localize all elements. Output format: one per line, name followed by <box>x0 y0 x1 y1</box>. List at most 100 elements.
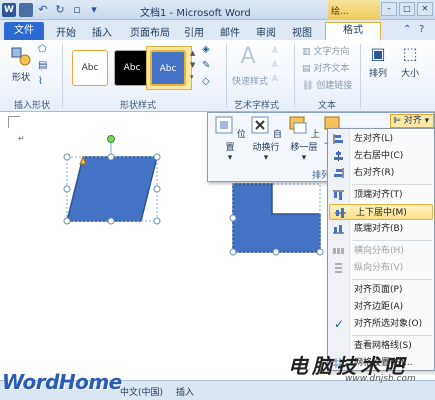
shape-styles-group-label: 形状样式 <box>120 101 157 111</box>
menu-item-align-middle[interactable]: 上下居中(M) <box>329 204 433 220</box>
minimize-button[interactable]: – <box>381 2 397 16</box>
text-box-icon[interactable]: ▤ <box>38 60 52 72</box>
menu-item-distribute-horizontally[interactable]: 横向分布(H) <box>328 243 434 259</box>
menu-separator <box>352 335 432 336</box>
group-separator <box>360 44 361 108</box>
menu-item-distribute-vertically[interactable]: 纵向分布(V) <box>328 260 434 276</box>
group-separator <box>226 44 227 108</box>
menu-item-align-center[interactable]: 左右居中(C) <box>328 148 434 164</box>
drawing-tools-context-tab: 绘... <box>328 0 380 20</box>
position-icon <box>215 116 233 134</box>
align-center-icon <box>334 151 343 161</box>
word-app-icon[interactable]: W <box>2 3 16 17</box>
insert-mode-indicator[interactable]: 插入 <box>176 385 194 398</box>
menu-item-align-right[interactable]: 右对齐(R) <box>328 165 434 181</box>
ribbon-tabs: 文件 开始 插入 页面布局 引用 邮件 审阅 视图 格式 ⌃ ? <box>0 20 435 40</box>
rotate-handle[interactable] <box>107 135 115 143</box>
text-outline-icon: A <box>272 60 278 69</box>
gallery-up-icon[interactable]: ▲ <box>190 48 198 58</box>
tab-format[interactable]: 格式 <box>325 22 381 40</box>
align-middle-icon <box>335 208 346 218</box>
gallery-more-icon[interactable]: ▾ <box>190 72 198 82</box>
quick-styles-label: 快速样式 <box>232 77 269 87</box>
tab-mailings[interactable]: 邮件 <box>220 24 240 39</box>
open-icon[interactable]: ▫ <box>70 3 84 17</box>
site-url-watermark: www.dnjsb.com <box>345 374 416 384</box>
tab-file[interactable]: 文件 <box>4 22 44 40</box>
wordart-styles-group-label: 艺术字样式 <box>234 101 280 111</box>
shapes-icon[interactable] <box>10 46 32 68</box>
menu-item-align-top[interactable]: 顶端对齐(T) <box>328 187 434 203</box>
menu-item-label: 横向分布(H) <box>354 246 404 256</box>
edit-points-icon[interactable]: ⌇ <box>38 76 52 88</box>
menu-item-label: 上下居中(M) <box>356 208 407 218</box>
menu-item-label: 左对齐(L) <box>354 134 394 144</box>
tab-view[interactable]: 视图 <box>292 24 312 39</box>
shape-fill-icon[interactable]: ◈ <box>202 44 218 56</box>
align-left-icon <box>333 134 343 144</box>
restore-button[interactable]: □ <box>399 2 415 16</box>
group-separator <box>294 44 295 108</box>
align-right-icon <box>334 168 344 178</box>
tab-home[interactable]: 开始 <box>56 24 76 39</box>
menu-item-align-left[interactable]: 左对齐(L) <box>328 131 434 147</box>
align-button[interactable]: ⊫ 对齐 ▾ <box>390 114 434 128</box>
group-separator <box>62 44 63 108</box>
help-icon[interactable]: ? <box>419 24 431 36</box>
shape-outline-icon[interactable]: ✎ <box>202 60 218 72</box>
bring-forward-dropdown-icon: ▾ <box>301 153 307 163</box>
document-title: 文档1 - Microsoft Word <box>140 8 251 19</box>
menu-item-label: 右对齐(R) <box>354 168 395 178</box>
language-indicator[interactable]: 中文(中国) <box>120 385 163 398</box>
shape-style-sample-1[interactable]: Abc <box>72 50 108 86</box>
title-bar: W ↶ ↻ ▫ ▾ 文档1 - Microsoft Word 绘... – □ … <box>0 0 435 20</box>
edit-shape-tools: ⬠ ▤ ⌇ <box>38 44 52 88</box>
text-effects-icon: A <box>272 74 278 83</box>
menu-separator <box>352 240 432 241</box>
save-icon[interactable] <box>19 3 33 17</box>
ribbon: 形状 ⬠ ▤ ⌇ 插入形状 Abc Abc Abc ▲ ▼ ▾ ◈ ✎ ◇ 形状… <box>0 40 435 112</box>
shape-style-sample-2[interactable]: Abc <box>114 50 150 86</box>
menu-item-align-to-page[interactable]: 对齐页面(P) <box>328 282 434 298</box>
menu-item-label: 左右居中(C) <box>354 151 404 161</box>
window-controls: – □ ✕ <box>381 2 433 16</box>
edit-shape-icon[interactable]: ⬠ <box>38 44 52 56</box>
wordart-side-tools: A A A <box>272 46 284 84</box>
shapes-button-label[interactable]: 形状 <box>12 70 30 83</box>
shape-effects-icon[interactable]: ◇ <box>202 76 218 88</box>
parallelogram-shape[interactable] <box>66 156 158 222</box>
menu-item-label: 纵向分布(V) <box>354 263 404 273</box>
undo-icon[interactable]: ↶ <box>36 3 50 17</box>
gallery-down-icon[interactable]: ▼ <box>190 60 198 70</box>
size-button-label: 大小 <box>400 69 419 79</box>
minimize-ribbon-icon[interactable]: ⌃ <box>403 24 415 36</box>
menu-item-align-selected-objects[interactable]: ✓ 对齐所选对象(O) <box>328 316 434 332</box>
position-button[interactable]: 位置 ▾ <box>214 115 246 163</box>
wrap-text-button[interactable]: 自动换行 ▾ <box>246 115 286 163</box>
shape-style-sample-3[interactable]: Abc <box>150 50 186 86</box>
tab-references[interactable]: 引用 <box>184 24 204 39</box>
tab-row-icons: ⌃ ? <box>403 24 431 36</box>
distribute-v-icon <box>335 263 342 273</box>
customize-qat-icon[interactable]: ▾ <box>87 3 101 17</box>
tab-insert[interactable]: 插入 <box>92 24 112 39</box>
arrange-button[interactable]: ▣ 排列 <box>365 44 391 88</box>
menu-item-label: 对齐页面(P) <box>354 285 403 295</box>
size-button[interactable]: ⬚ 大小 <box>397 44 423 88</box>
menu-item-label: 对齐所选对象(O) <box>354 319 423 329</box>
align-text-button: ▤ 对齐文本 <box>302 64 350 74</box>
distribute-h-icon <box>333 248 344 254</box>
create-link-button: ⛓ 创建链接 <box>302 81 353 91</box>
redo-icon[interactable]: ↻ <box>53 3 67 17</box>
close-button[interactable]: ✕ <box>417 2 433 16</box>
text-direction-button: ▥ 文字方向 <box>302 47 350 57</box>
l-shape[interactable] <box>232 183 321 253</box>
tab-page-layout[interactable]: 页面布局 <box>130 24 170 39</box>
wordhome-watermark: WordHome <box>2 370 122 394</box>
menu-item-align-to-margin[interactable]: 对齐边距(A) <box>328 299 434 315</box>
menu-item-align-bottom[interactable]: 底端对齐(B) <box>328 221 434 237</box>
menu-item-label: 底端对齐(B) <box>354 224 404 234</box>
align-top-icon <box>333 190 344 200</box>
tab-review[interactable]: 审阅 <box>256 24 276 39</box>
bring-forward-button[interactable]: 上移一层 ▾ <box>286 115 322 163</box>
